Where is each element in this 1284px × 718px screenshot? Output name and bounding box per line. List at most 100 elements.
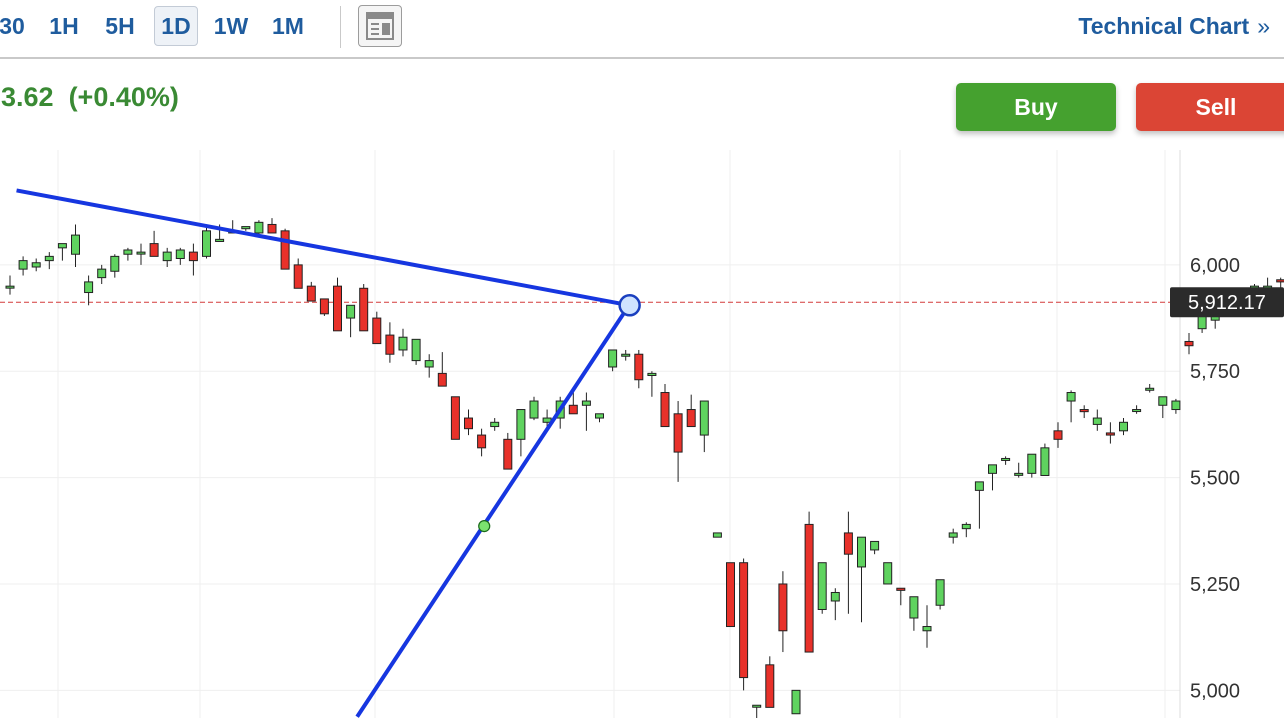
candle-body bbox=[477, 434, 487, 449]
sell-button[interactable]: Sell bbox=[1136, 83, 1284, 131]
candle-body bbox=[84, 281, 94, 294]
candle-body bbox=[922, 626, 932, 632]
timeframe-1w[interactable]: 1W bbox=[208, 6, 254, 46]
resistance-trendline bbox=[16, 188, 630, 308]
double-chevron-right-icon: » bbox=[1257, 13, 1270, 39]
candlestick-chart[interactable]: 6,000 5,750 5,500 5,250 5,000 5,912.17 bbox=[0, 150, 1284, 718]
candle-body bbox=[843, 532, 853, 555]
technical-chart-label: Technical Chart bbox=[1078, 13, 1250, 39]
candle-body bbox=[778, 583, 788, 632]
trendline-anchor-point bbox=[478, 520, 491, 533]
candle-body bbox=[1092, 417, 1102, 425]
candle-body bbox=[5, 285, 15, 289]
candle-body bbox=[595, 413, 604, 419]
candle-body bbox=[857, 536, 866, 568]
y-tick-label: 5,750 bbox=[1190, 361, 1240, 383]
candle-body bbox=[1079, 409, 1089, 413]
candle-body bbox=[896, 587, 906, 591]
timeframe-toolbar: 30 1H 5H 1D 1W 1M Technical Chart » bbox=[0, 0, 1284, 59]
timeframe-1d[interactable]: 1D bbox=[154, 6, 198, 46]
candle-body bbox=[883, 562, 893, 585]
candle-body bbox=[280, 230, 290, 270]
candle-body bbox=[437, 372, 447, 387]
candle-body bbox=[175, 249, 185, 259]
y-tick-label: 5,250 bbox=[1190, 574, 1240, 596]
candle-body bbox=[830, 591, 840, 602]
buy-button[interactable]: Buy bbox=[956, 83, 1116, 131]
candle-body bbox=[293, 264, 303, 289]
candle-body bbox=[398, 336, 408, 351]
candle-body bbox=[149, 243, 159, 257]
trendline-handle bbox=[618, 294, 641, 317]
timeframe-1m[interactable]: 1M bbox=[266, 6, 310, 46]
candle-body bbox=[791, 689, 801, 715]
candle-body bbox=[909, 596, 919, 619]
support-trendline bbox=[355, 303, 632, 718]
candle-body bbox=[1001, 457, 1011, 461]
candle-body bbox=[529, 400, 539, 419]
current-price-label: 5,912.17 bbox=[1188, 292, 1266, 314]
toolbar-divider bbox=[340, 6, 341, 48]
candle-body bbox=[948, 532, 958, 538]
candle-body bbox=[752, 704, 762, 708]
y-tick-label: 5,500 bbox=[1190, 468, 1240, 490]
candle-body bbox=[870, 540, 880, 551]
y-tick-label: 6,000 bbox=[1190, 255, 1240, 277]
candle-body bbox=[1119, 421, 1128, 432]
candle-body bbox=[673, 413, 683, 453]
candle-body bbox=[71, 234, 80, 255]
candle-body bbox=[1040, 447, 1050, 476]
candle-body bbox=[385, 334, 395, 355]
candle-body bbox=[739, 562, 749, 679]
candle-body bbox=[765, 664, 775, 708]
candle-body bbox=[712, 532, 722, 538]
candle-body bbox=[97, 268, 107, 279]
candle-body bbox=[188, 251, 198, 262]
layout-button[interactable] bbox=[358, 5, 402, 47]
candle-body bbox=[411, 338, 421, 362]
timeframe-1h[interactable]: 1H bbox=[44, 6, 84, 46]
candle-body bbox=[647, 372, 657, 376]
price-change-text: 23.62 (+0.40%) bbox=[0, 82, 179, 112]
candle-body bbox=[699, 400, 709, 436]
candle-body bbox=[634, 353, 644, 381]
candle-body bbox=[31, 262, 41, 268]
candle-body bbox=[333, 285, 342, 332]
candle-body bbox=[804, 523, 814, 653]
candle-body bbox=[660, 392, 670, 428]
candle-body bbox=[110, 255, 120, 272]
candle-body bbox=[57, 243, 67, 249]
candle-body bbox=[202, 230, 211, 257]
technical-chart-link[interactable]: Technical Chart » bbox=[1078, 6, 1270, 46]
candle-body bbox=[346, 304, 356, 319]
candle-body bbox=[1014, 472, 1024, 476]
candle-body bbox=[162, 251, 172, 262]
candle-body bbox=[123, 249, 133, 255]
candle-body bbox=[306, 285, 316, 302]
candle-body bbox=[215, 238, 225, 242]
candle-body bbox=[267, 223, 277, 234]
candle-body bbox=[1184, 340, 1194, 347]
candle-body bbox=[817, 562, 827, 611]
candle-body bbox=[136, 251, 146, 255]
candle-body bbox=[961, 523, 971, 530]
candle-body bbox=[1105, 432, 1115, 436]
candle-body bbox=[18, 260, 28, 270]
candle-body bbox=[241, 226, 251, 230]
candle-body bbox=[726, 562, 735, 628]
candle-body bbox=[1158, 396, 1168, 406]
layout-icon bbox=[366, 12, 394, 40]
candle-body bbox=[1053, 430, 1063, 440]
timeframe-30[interactable]: 30 bbox=[0, 6, 30, 46]
candle-body bbox=[1145, 387, 1155, 391]
candle-body bbox=[608, 349, 618, 368]
candle-body bbox=[503, 438, 513, 470]
timeframe-5h[interactable]: 5H bbox=[98, 6, 142, 46]
candle-body bbox=[490, 421, 500, 428]
candle-body bbox=[1276, 279, 1284, 283]
candle-body bbox=[686, 409, 696, 428]
candle-body bbox=[1132, 409, 1142, 413]
candle-body bbox=[581, 400, 591, 406]
candle-body bbox=[319, 298, 329, 315]
candle-body bbox=[1066, 392, 1076, 402]
